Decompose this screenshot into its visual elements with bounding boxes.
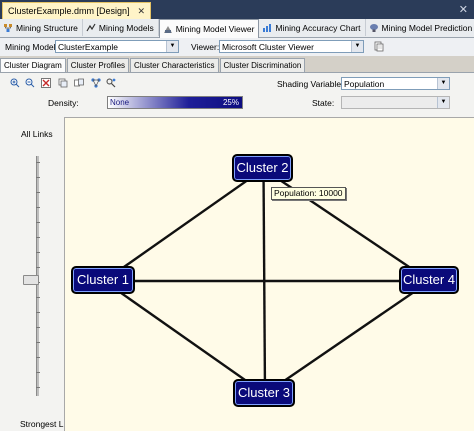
prediction-icon [369,23,379,33]
slider-tick [36,372,40,373]
slider-tick [36,162,40,163]
slider-tick [36,297,40,298]
tab-cluster-characteristics[interactable]: Cluster Characteristics [130,58,218,72]
mining-model-label: Mining Model: [5,42,58,52]
cluster-node[interactable]: Cluster 1 [71,266,135,294]
viewer-select[interactable]: Microsoft Cluster Viewer ▼ [219,40,364,53]
slider-top-label: All Links [21,129,53,139]
slider-tick [36,387,40,388]
chevron-down-icon: ▼ [437,97,449,108]
close-icon[interactable]: ✕ [459,3,468,16]
tab-label: Mining Models [99,23,154,33]
tab-cluster-profiles[interactable]: Cluster Profiles [67,58,129,72]
shading-variable-select[interactable]: Population ▼ [341,77,450,90]
shading-variable-label: Shading Variable: [277,79,343,89]
cluster-node[interactable]: Cluster 4 [399,266,459,294]
slider-tick [36,177,40,178]
models-icon [86,23,96,33]
slider-tick [36,207,40,208]
state-label: State: [312,98,334,108]
zoom-in-icon[interactable] [10,78,20,88]
layout-icon[interactable] [91,78,101,88]
viewer-label: Viewer: [191,42,219,52]
copy-graph-view-icon[interactable] [58,78,68,88]
chevron-down-icon[interactable]: ▼ [166,41,178,52]
slider-tick [36,192,40,193]
slider-tick [36,357,40,358]
density-label: Density: [48,98,79,108]
document-tab-close-icon[interactable]: ✕ [138,3,146,19]
cluster-link [265,281,430,394]
slider-tick [36,312,40,313]
chevron-down-icon[interactable]: ▼ [437,78,449,89]
document-tab[interactable]: ClusterExample.dmm [Design] ✕ [2,2,151,19]
slider-tick [36,267,40,268]
cluster-link [104,169,264,281]
node-tooltip: Population: 10000 [271,187,346,200]
tab-label: Mining Structure [16,23,78,33]
accuracy-chart-icon [262,23,272,33]
copy-entire-graph-icon[interactable] [74,78,84,88]
viewer-value: Microsoft Cluster Viewer [222,42,314,52]
cluster-node[interactable]: Cluster 3 [233,379,295,407]
slider-tick [36,222,40,223]
mining-model-value: ClusterExample [58,42,118,52]
designer-tabs: Mining Structure Mining Models Mining Mo… [0,19,474,38]
zoom-out-icon[interactable] [25,78,35,88]
slider-thumb[interactable] [23,275,39,285]
cluster-link [264,169,431,281]
tab-mining-models[interactable]: Mining Models [83,19,159,36]
tab-mining-model-viewer[interactable]: Mining Model Viewer [159,19,260,38]
cluster-link [104,281,265,394]
tab-label: Mining Model Prediction [382,23,473,33]
cluster-diagram-canvas[interactable]: Cluster 2 Cluster 1 Cluster 4 Cluster 3 [64,117,474,431]
state-select[interactable]: ▼ [341,96,450,109]
slider-tick [36,237,40,238]
density-legend-bar: None 25% [107,96,243,109]
mining-model-select[interactable]: ClusterExample ▼ [55,40,179,53]
tab-cluster-discrimination[interactable]: Cluster Discrimination [220,58,306,72]
cluster-node[interactable]: Cluster 2 [232,154,293,182]
viewer-tabs: Cluster Diagram Cluster Profiles Cluster… [0,58,474,72]
tab-label: Mining Model Viewer [176,24,255,34]
document-tab-title: ClusterExample.dmm [Design] [8,3,130,19]
document-tab-strip: ClusterExample.dmm [Design] ✕ ✕ [0,0,474,19]
density-low-label: None [110,97,129,108]
find-node-icon[interactable] [106,78,116,88]
fit-to-window-icon[interactable] [41,78,51,88]
chevron-down-icon[interactable]: ▼ [351,41,363,52]
slider-tick [36,252,40,253]
copy-icon[interactable] [374,41,384,52]
shading-variable-value: Population [344,79,384,89]
density-high-label: 25% [223,97,239,108]
tab-mining-structure[interactable]: Mining Structure [0,19,83,36]
tab-label: Mining Accuracy Chart [275,23,360,33]
structure-icon [3,23,13,33]
tab-mining-model-prediction[interactable]: Mining Model Prediction [366,19,474,36]
tab-cluster-diagram[interactable]: Cluster Diagram [0,58,66,73]
slider-tick [36,327,40,328]
tab-mining-accuracy-chart[interactable]: Mining Accuracy Chart [259,19,365,36]
slider-tick [36,342,40,343]
viewer-icon [163,24,173,34]
